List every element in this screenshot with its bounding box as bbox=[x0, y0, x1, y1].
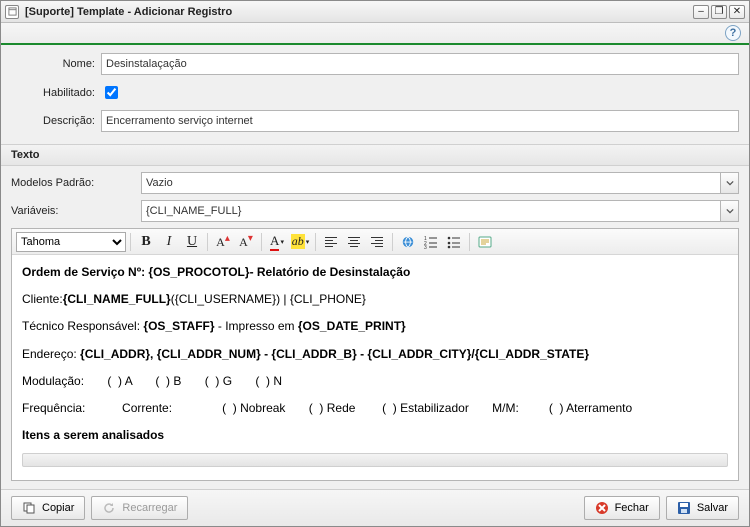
source-button[interactable] bbox=[474, 231, 496, 253]
editor-toolbar: Tahoma B I U A▴ A▾ A▾ ab▾ 123 bbox=[12, 229, 738, 255]
label-descricao: Descrição: bbox=[11, 115, 101, 127]
chevron-down-icon[interactable] bbox=[720, 173, 738, 193]
checkbox-habilitado[interactable] bbox=[105, 86, 118, 99]
label-nome: Nome: bbox=[11, 58, 101, 70]
align-right-button[interactable] bbox=[366, 231, 388, 253]
close-icon bbox=[595, 501, 609, 515]
minimize-button[interactable]: – bbox=[693, 5, 709, 19]
svg-text:3: 3 bbox=[424, 245, 427, 249]
unordered-list-button[interactable] bbox=[443, 231, 465, 253]
italic-button[interactable]: I bbox=[158, 231, 180, 253]
rich-text-editor: Tahoma B I U A▴ A▾ A▾ ab▾ 123 bbox=[11, 228, 739, 481]
font-increase-button[interactable]: A▴ bbox=[212, 231, 234, 253]
maximize-button[interactable]: ❐ bbox=[711, 5, 727, 19]
label-variaveis: Variáveis: bbox=[11, 205, 141, 217]
section-title-texto: Texto bbox=[1, 144, 749, 166]
copiar-button[interactable]: Copiar bbox=[11, 496, 85, 520]
row-modelos: Modelos Padrão: bbox=[1, 166, 749, 200]
font-decrease-button[interactable]: A▾ bbox=[235, 231, 257, 253]
help-icon[interactable]: ? bbox=[725, 25, 741, 41]
font-family-select[interactable]: Tahoma bbox=[16, 232, 126, 252]
salvar-button[interactable]: Salvar bbox=[666, 496, 739, 520]
label-habilitado: Habilitado: bbox=[11, 87, 101, 99]
button-bar: Copiar Recarregar Fechar Salvar bbox=[1, 489, 749, 526]
horizontal-scrollbar[interactable] bbox=[22, 453, 728, 467]
select-modelos[interactable] bbox=[141, 172, 739, 194]
label-modelos: Modelos Padrão: bbox=[11, 177, 141, 189]
select-variaveis[interactable] bbox=[141, 200, 739, 222]
font-color-button[interactable]: A▾ bbox=[266, 231, 288, 253]
editor-content[interactable]: Ordem de Serviço Nº: {OS_PROCOTOL}- Rela… bbox=[12, 255, 738, 480]
window-title: [Suporte] Template - Adicionar Registro bbox=[25, 6, 232, 18]
ordered-list-button[interactable]: 123 bbox=[420, 231, 442, 253]
close-window-button[interactable]: ✕ bbox=[729, 5, 745, 19]
input-descricao[interactable] bbox=[101, 110, 739, 132]
titlebar: [Suporte] Template - Adicionar Registro … bbox=[1, 1, 749, 23]
align-center-button[interactable] bbox=[343, 231, 365, 253]
reload-icon bbox=[102, 501, 116, 515]
form-area: Nome: Habilitado: Descrição: bbox=[1, 45, 749, 144]
highlight-button[interactable]: ab▾ bbox=[289, 231, 311, 253]
save-icon bbox=[677, 501, 691, 515]
chevron-down-icon[interactable] bbox=[720, 201, 738, 221]
underline-button[interactable]: U bbox=[181, 231, 203, 253]
app-icon bbox=[5, 5, 19, 19]
copy-icon bbox=[22, 501, 36, 515]
bold-button[interactable]: B bbox=[135, 231, 157, 253]
fechar-button[interactable]: Fechar bbox=[584, 496, 660, 520]
input-nome[interactable] bbox=[101, 53, 739, 75]
row-variaveis: Variáveis: bbox=[1, 200, 749, 228]
window: [Suporte] Template - Adicionar Registro … bbox=[0, 0, 750, 527]
insert-link-button[interactable] bbox=[397, 231, 419, 253]
toolbar-row: ? bbox=[1, 23, 749, 45]
recarregar-button[interactable]: Recarregar bbox=[91, 496, 188, 520]
align-left-button[interactable] bbox=[320, 231, 342, 253]
